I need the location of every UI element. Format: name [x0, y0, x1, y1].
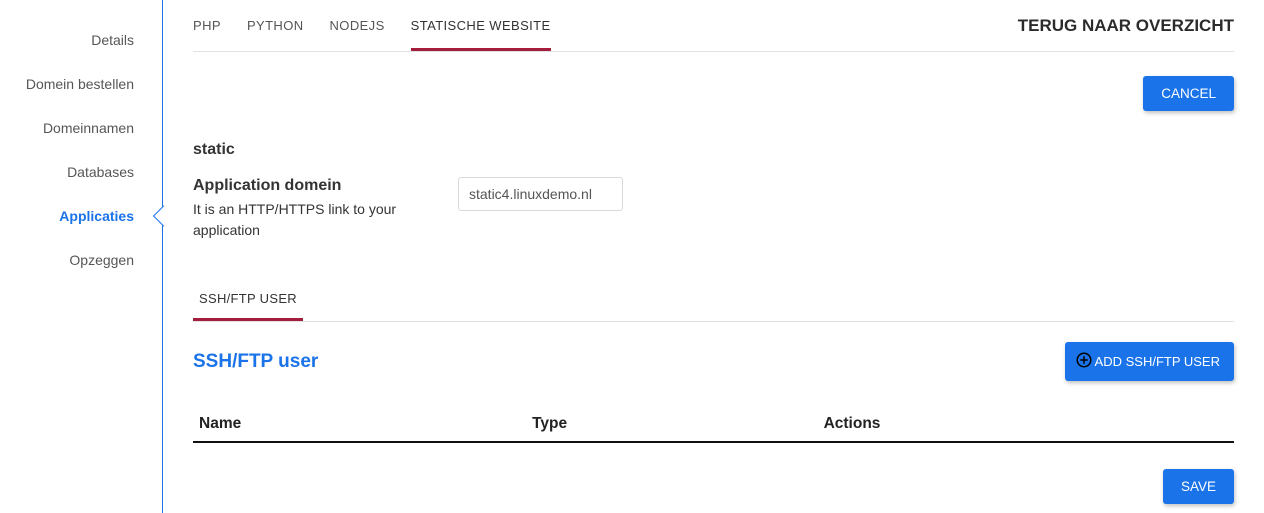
table-header-name: Name — [193, 407, 526, 442]
subtabs: SSH/FTP USER — [193, 281, 1234, 322]
tab-php[interactable]: PHP — [193, 0, 221, 51]
application-domain-label: Application domein — [193, 177, 438, 195]
cancel-button[interactable]: CANCEL — [1143, 76, 1234, 111]
application-domain-sublabel: It is an HTTP/HTTPS link to your applica… — [193, 199, 438, 241]
sidebar-item-domein-bestellen[interactable]: Domein bestellen — [0, 62, 162, 106]
ssh-ftp-user-table: Name Type Actions — [193, 407, 1234, 443]
application-domain-input[interactable] — [458, 177, 623, 211]
back-to-overview-link[interactable]: TERUG NAAR OVERZICHT — [1018, 16, 1234, 36]
tab-statische-website[interactable]: STATISCHE WEBSITE — [411, 0, 551, 51]
table-header-actions: Actions — [818, 407, 1234, 442]
sidebar-item-databases[interactable]: Databases — [0, 150, 162, 194]
tab-nodejs[interactable]: NODEJS — [330, 0, 385, 51]
sidebar-item-domeinnamen[interactable]: Domeinnamen — [0, 106, 162, 150]
add-ssh-ftp-user-label: ADD SSH/FTP USER — [1095, 354, 1220, 369]
sidebar-item-applicaties[interactable]: Applicaties — [0, 194, 162, 238]
sidebar-item-details[interactable]: Details — [0, 18, 162, 62]
app-type-tabs: PHP PYTHON NODEJS STATISCHE WEBSITE — [193, 0, 551, 51]
subtab-ssh-ftp-user[interactable]: SSH/FTP USER — [193, 281, 303, 321]
ssh-ftp-user-heading: SSH/FTP user — [193, 351, 318, 373]
sidebar-item-opzeggen[interactable]: Opzeggen — [0, 238, 162, 282]
topbar: PHP PYTHON NODEJS STATISCHE WEBSITE TERU… — [193, 0, 1234, 52]
save-button[interactable]: SAVE — [1163, 469, 1234, 504]
sidebar: Details Domein bestellen Domeinnamen Dat… — [0, 0, 163, 513]
app-title: static — [193, 141, 1234, 159]
tab-python[interactable]: PYTHON — [247, 0, 304, 51]
main-content: PHP PYTHON NODEJS STATISCHE WEBSITE TERU… — [163, 0, 1264, 513]
add-ssh-ftp-user-button[interactable]: ADD SSH/FTP USER — [1065, 342, 1234, 381]
application-domain-row: Application domein It is an HTTP/HTTPS l… — [193, 177, 1234, 241]
table-header-type: Type — [526, 407, 817, 442]
plus-circle-icon — [1075, 351, 1093, 372]
